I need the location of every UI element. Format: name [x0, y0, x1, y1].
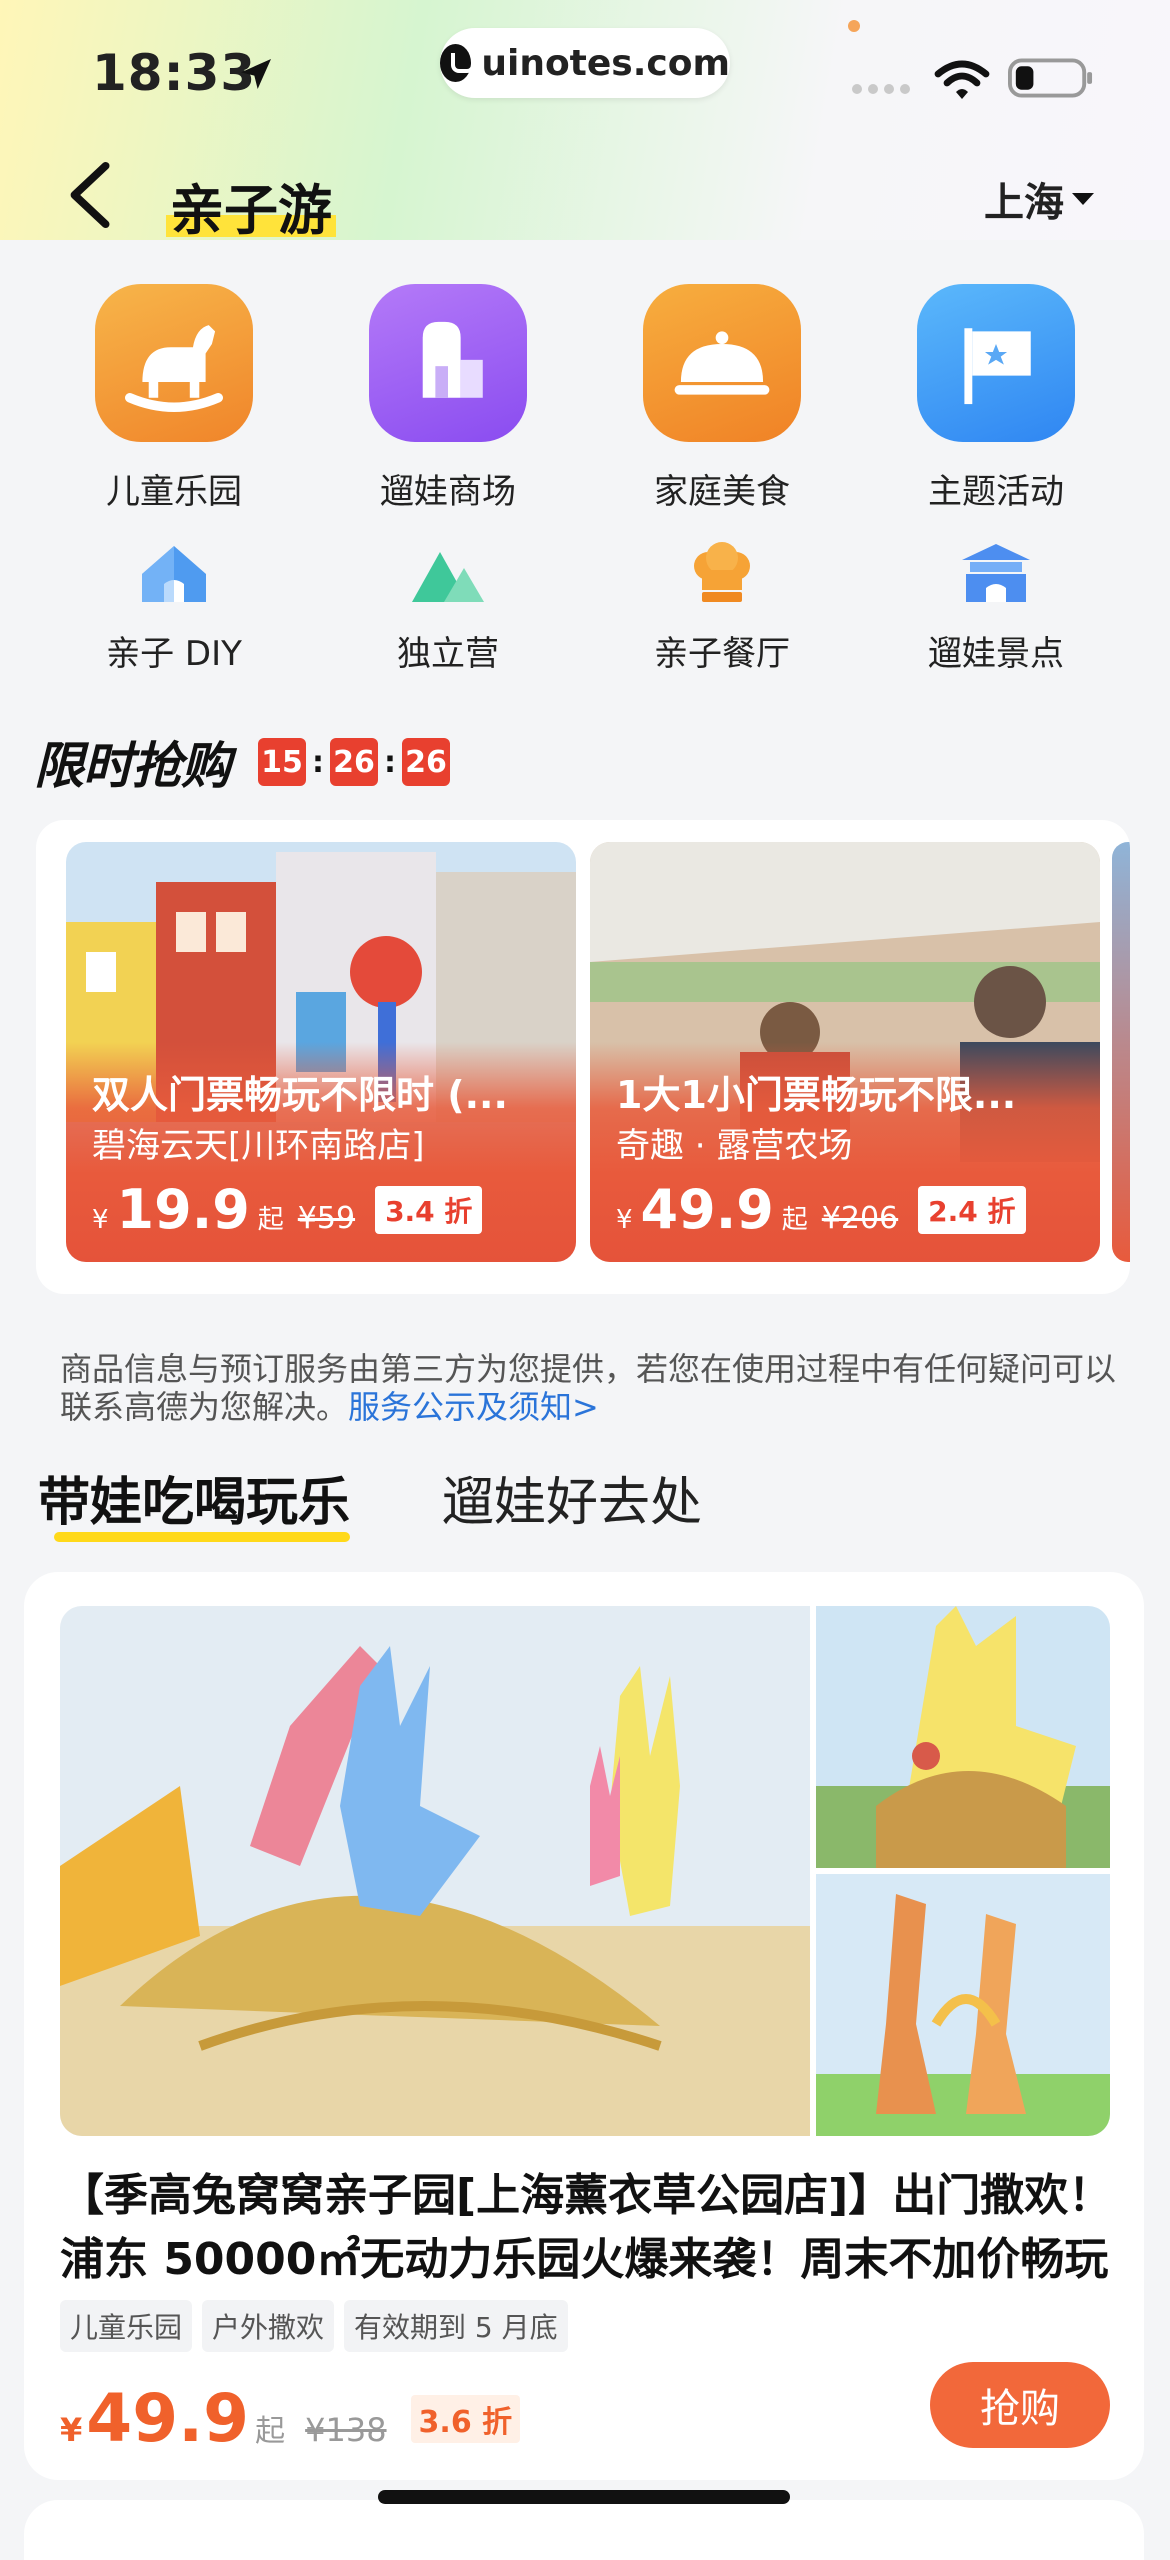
- notice-link[interactable]: 服务公示及须知>: [348, 1388, 599, 1426]
- cellular-signal-icon: [852, 84, 910, 94]
- discount-badge: 3.4 折: [375, 1185, 483, 1234]
- deal-original-price: ¥59: [297, 1201, 356, 1236]
- deal-card[interactable]: 双人门票畅玩不限时 (... 碧海云天[川环南路店] ¥ 19.9 起 ¥59 …: [66, 842, 576, 1262]
- city-selector[interactable]: 上海: [984, 170, 1094, 228]
- product-tags: 儿童乐园 户外撒欢 有效期到 5 月底: [60, 2300, 568, 2352]
- deal-shop: 碧海云天[川环南路店]: [92, 1126, 425, 1166]
- product-tag: 户外撒欢: [202, 2300, 335, 2352]
- product-card[interactable]: 【季高兔窝窝亲子园[上海薰衣草公园店]】出门撒欢！浦东 50000㎡无动力乐园火…: [24, 1572, 1144, 2480]
- timer-seconds: 26: [402, 738, 450, 786]
- category-label: 亲子 DIY: [106, 634, 242, 674]
- deal-price-row: ¥ 19.9 起 ¥59 3.4 折: [92, 1178, 483, 1241]
- category-label: 亲子餐厅: [654, 634, 790, 674]
- product-tag: 儿童乐园: [60, 2300, 193, 2352]
- category-label: 家庭美食: [654, 472, 790, 512]
- chef-hat-icon: [682, 538, 762, 608]
- flag-icon: [917, 284, 1075, 442]
- house-icon: [134, 538, 214, 608]
- deal-price: 49.9: [640, 1178, 774, 1241]
- deal-title: 双人门票畅玩不限时 (...: [92, 1073, 508, 1117]
- tab-good-places[interactable]: 遛娃好去处: [442, 1460, 702, 1535]
- product-photo-main: [60, 1606, 810, 2136]
- site-logo-icon: [440, 44, 476, 82]
- deal-card-peek[interactable]: [1112, 842, 1130, 1262]
- category-diy[interactable]: 亲子 DIY: [74, 538, 274, 675]
- buy-button[interactable]: 抢购: [930, 2362, 1110, 2448]
- product-discount: 3.6 折: [410, 2394, 521, 2443]
- category-independent-camp[interactable]: 独立营: [348, 538, 548, 675]
- product-tag: 有效期到 5 月底: [344, 2300, 568, 2352]
- mountain-icon: [408, 538, 488, 608]
- category-label: 遛娃景点: [928, 634, 1064, 674]
- pavilion-icon: [956, 538, 1036, 608]
- category-family-restaurant[interactable]: 亲子餐厅: [622, 538, 822, 675]
- product-price: 49.9: [86, 2380, 250, 2457]
- food-cloche-icon: [643, 284, 801, 442]
- wifi-icon: [934, 60, 990, 99]
- countdown-timer: 15 : 26 : 26: [258, 738, 450, 786]
- product-photo-rabbit: [816, 1606, 1110, 1868]
- caret-down-icon: [1072, 193, 1094, 205]
- category-scenic-spot[interactable]: 遛娃景点: [896, 538, 1096, 675]
- product-photo-giraffe: [816, 1874, 1110, 2136]
- product-original-price: ¥138: [305, 2411, 387, 2449]
- flash-sale-title: 限时抢购: [34, 737, 231, 795]
- timer-hours: 15: [258, 738, 306, 786]
- discount-badge: 2.4 折: [918, 1185, 1026, 1234]
- deal-original-price: ¥206: [821, 1201, 899, 1236]
- product-price-row: ¥ 49.9 起 ¥138 3.6 折: [60, 2380, 521, 2457]
- timer-minutes: 26: [330, 738, 378, 786]
- location-arrow-icon: [241, 59, 271, 89]
- page-title: 亲子游: [166, 166, 336, 245]
- rocking-horse-icon: [95, 284, 253, 442]
- service-notice: 商品信息与预订服务由第三方为您提供，若您在使用过程中有任何疑问可以联系高德为您解…: [60, 1350, 1120, 1426]
- tab-eat-play[interactable]: 带娃吃喝玩乐: [38, 1460, 350, 1535]
- category-theme-activity[interactable]: 主题活动: [896, 284, 1096, 513]
- deal-card[interactable]: 1大1小门票畅玩不限... 奇趣 · 露营农场 ¥ 49.9 起 ¥206 2.…: [590, 842, 1100, 1262]
- url-pill[interactable]: uinotes.com: [440, 28, 730, 98]
- deal-title: 1大1小门票畅玩不限...: [616, 1073, 1017, 1117]
- category-label: 遛娃商场: [380, 472, 516, 512]
- battery-icon: [1008, 58, 1093, 98]
- product-title: 【季高兔窝窝亲子园[上海薰衣草公园店]】出门撒欢！浦东 50000㎡无动力乐园火…: [60, 2170, 1113, 2285]
- category-family-food[interactable]: 家庭美食: [622, 284, 822, 513]
- category-kids-park[interactable]: 儿童乐园: [74, 284, 274, 513]
- mall-building-icon: [369, 284, 527, 442]
- city-label: 上海: [984, 180, 1064, 226]
- next-product-card[interactable]: [24, 2500, 1144, 2560]
- tab-active-indicator: [54, 1532, 350, 1542]
- flash-sale-panel: 双人门票畅玩不限时 (... 碧海云天[川环南路店] ¥ 19.9 起 ¥59 …: [36, 820, 1130, 1294]
- deal-price: 19.9: [116, 1178, 250, 1241]
- url-text: uinotes.com: [481, 42, 730, 84]
- status-time: 18:33: [92, 44, 257, 102]
- deal-shop: 奇趣 · 露营农场: [616, 1126, 853, 1166]
- recording-indicator: [848, 20, 860, 32]
- home-indicator[interactable]: [378, 2490, 790, 2504]
- category-label: 主题活动: [928, 472, 1064, 512]
- category-label: 儿童乐园: [106, 472, 242, 512]
- category-mall[interactable]: 遛娃商场: [348, 284, 548, 513]
- category-label: 独立营: [397, 634, 499, 674]
- back-icon[interactable]: [62, 160, 122, 230]
- deal-price-row: ¥ 49.9 起 ¥206 2.4 折: [616, 1178, 1026, 1241]
